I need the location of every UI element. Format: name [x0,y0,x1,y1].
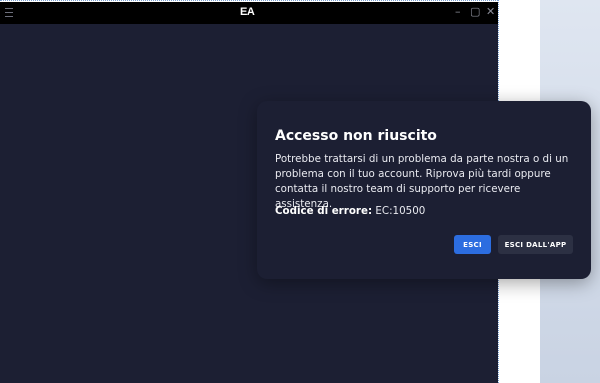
maximize-button[interactable]: ▢ [470,5,480,18]
error-dialog: Accesso non riuscito Potrebbe trattarsi … [257,101,591,279]
hamburger-menu-icon[interactable] [5,8,13,17]
error-code-value: EC:10500 [375,205,426,217]
error-code-label: Codice di errore: [275,205,373,217]
dialog-title: Accesso non riuscito [275,128,437,144]
dialog-message: Potrebbe trattarsi di un problema da par… [275,153,569,210]
esci-button[interactable]: ESCI [454,235,491,254]
error-code-line: Codice di errore: EC:10500 [275,205,425,217]
close-button[interactable]: ✕ [486,5,495,18]
titlebar: EA – ▢ ✕ [0,2,498,24]
minimize-button[interactable]: – [455,5,461,18]
ea-logo: EA [240,6,255,18]
exit-app-button[interactable]: ESCI DALL'APP [498,235,573,254]
